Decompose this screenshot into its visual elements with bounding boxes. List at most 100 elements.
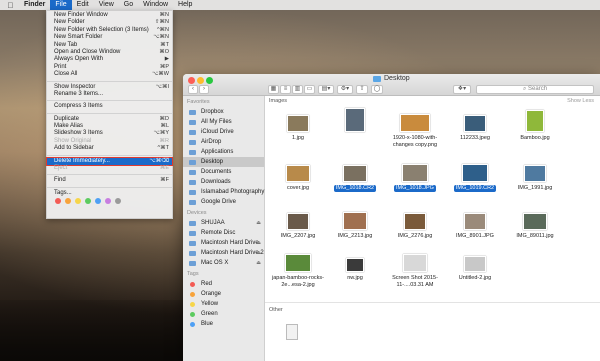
tag-color-dot[interactable]: [65, 198, 71, 205]
sidebar-item-airdrop[interactable]: AirDrop: [183, 137, 264, 147]
file-item[interactable]: IMG_1019.CR2: [445, 158, 505, 192]
sidebar-item-mac-os-x[interactable]: Mac OS X ⏏: [183, 258, 264, 268]
action-gear-icon[interactable]: ⚙▾: [337, 85, 353, 94]
file-item[interactable]: nw.jpg: [325, 248, 385, 282]
list-view-icon[interactable]: ≡: [280, 85, 291, 94]
menu-window[interactable]: Window: [138, 0, 173, 10]
menu-item-always-open-with[interactable]: Always Open With ▶: [47, 56, 172, 63]
tag-color-dot[interactable]: [95, 198, 101, 205]
sidebar-item-macintosh-hard-drive[interactable]: Macintosh Hard Drive ⏏: [183, 238, 264, 248]
file-thumbnail[interactable]: [523, 213, 547, 230]
forward-button[interactable]: ›: [199, 85, 209, 94]
eject-icon[interactable]: ⏏: [256, 238, 261, 248]
menu-item-new-folder[interactable]: New Folder ⇧⌘N: [47, 19, 172, 26]
menu-item-new-tab[interactable]: New Tab ⌘T: [47, 42, 172, 49]
file-thumbnail[interactable]: [285, 254, 311, 272]
menu-item-duplicate[interactable]: Duplicate ⌘D: [47, 116, 172, 123]
file-item[interactable]: 1.jpg: [268, 108, 328, 142]
close-window-button[interactable]: [188, 77, 195, 84]
menu-item-tags[interactable]: Tags...: [47, 190, 172, 197]
eject-icon[interactable]: ⏏: [256, 248, 261, 258]
tag-color-dot[interactable]: [85, 198, 91, 205]
sidebar-item-all-my-files[interactable]: All My Files: [183, 117, 264, 127]
file-item[interactable]: 1920-x-1080-with-changes copy.png: [385, 108, 445, 148]
column-view-icon[interactable]: ▥: [292, 85, 303, 94]
file-thumbnail[interactable]: [464, 256, 486, 272]
eject-icon[interactable]: ⏏: [256, 258, 261, 268]
menu-view[interactable]: View: [94, 0, 119, 10]
menu-go[interactable]: Go: [119, 0, 138, 10]
file-item[interactable]: IMG_1018.JPG: [385, 158, 445, 192]
apple-icon[interactable]: : [6, 1, 15, 10]
menu-help[interactable]: Help: [173, 0, 197, 10]
file-thumbnail[interactable]: [526, 110, 544, 132]
menu-item-new-smart-folder[interactable]: New Smart Folder ⌥⌘N: [47, 34, 172, 41]
file-thumbnail[interactable]: [524, 165, 546, 182]
dropbox-icon[interactable]: ❖▾: [453, 85, 471, 94]
menu-item-delete-immediately[interactable]: Delete Immediately... ⌥⌘⌫: [46, 156, 173, 167]
sidebar-item-yellow[interactable]: Yellow: [183, 299, 264, 309]
file-thumbnail[interactable]: [287, 213, 309, 230]
file-thumbnail[interactable]: [343, 165, 367, 182]
file-item[interactable]: 112233.jpeg: [445, 108, 505, 142]
file-item[interactable]: IMG_2213.jpg: [325, 206, 385, 240]
sidebar-item-icloud-drive[interactable]: iCloud Drive: [183, 127, 264, 137]
sidebar-item-dropbox[interactable]: Dropbox: [183, 107, 264, 117]
tag-color-dot[interactable]: [115, 198, 121, 205]
menu-item-slideshow-3-items[interactable]: Slideshow 3 Items ⌥⌘Y: [47, 130, 172, 137]
file-item[interactable]: IMG_1018.CR2: [325, 158, 385, 192]
tag-color-dot[interactable]: [105, 198, 111, 205]
file-item[interactable]: Bamboo.jpg: [505, 108, 565, 142]
back-button[interactable]: ‹: [188, 85, 198, 94]
menu-finder[interactable]: Finder: [19, 0, 50, 10]
file-thumbnail[interactable]: [346, 258, 364, 272]
file-item[interactable]: Screen Shot 2015-11-....03.31 AM: [385, 248, 445, 288]
file-thumbnail[interactable]: [343, 212, 367, 230]
zoom-window-button[interactable]: [206, 77, 213, 84]
tag-color-dot[interactable]: [75, 198, 81, 205]
file-item[interactable]: cover.jpg: [268, 158, 328, 192]
menu-edit[interactable]: Edit: [72, 0, 94, 10]
sidebar-item-orange[interactable]: Orange: [183, 289, 264, 299]
file-thumbnail[interactable]: [345, 108, 365, 132]
group-by-icon[interactable]: ▤▾: [318, 85, 334, 94]
tag-icon[interactable]: ◯: [371, 85, 383, 94]
sidebar-item-green[interactable]: Green: [183, 309, 264, 319]
sidebar-item-applications[interactable]: Applications: [183, 147, 264, 157]
menu-file[interactable]: File: [50, 0, 72, 10]
file-item[interactable]: IMG_8901.JPG: [445, 206, 505, 240]
file-thumbnail[interactable]: [464, 115, 486, 132]
file-thumbnail[interactable]: [403, 254, 427, 272]
file-thumbnail[interactable]: [286, 165, 310, 182]
file-item[interactable]: IMG_1991.jpg: [505, 158, 565, 192]
file-thumbnail[interactable]: [462, 164, 488, 182]
search-field[interactable]: ⌕ Search: [476, 85, 594, 94]
sidebar-item-downloads[interactable]: Downloads: [183, 177, 264, 187]
sidebar-item-blue[interactable]: Blue: [183, 319, 264, 329]
file-item[interactable]: IMG_2276.jpg: [385, 206, 445, 240]
gallery-view-icon[interactable]: ▭: [304, 85, 315, 94]
sidebar-item-shujaa[interactable]: SHUJAA ⏏: [183, 218, 264, 228]
share-icon[interactable]: ⇧: [356, 85, 368, 94]
sidebar-item-macintosh-hard-drive-2[interactable]: Macintosh Hard Drive 2 ⏏: [183, 248, 264, 258]
file-item[interactable]: japan-bamboo-rocks-2e...esa-2.jpg: [268, 248, 328, 288]
menu-item-add-to-sidebar[interactable]: Add to Sidebar ^⌘T: [47, 145, 172, 152]
menu-item-rename-3-items[interactable]: Rename 3 Items...: [47, 91, 172, 98]
menu-item-find[interactable]: Find ⌘F: [47, 177, 172, 184]
file-thumbnail[interactable]: [404, 213, 426, 230]
file-item[interactable]: IMG_89011.jpg: [505, 206, 565, 240]
eject-icon[interactable]: ⏏: [256, 218, 261, 228]
sidebar-item-remote-disc[interactable]: Remote Disc: [183, 228, 264, 238]
menu-item-close-all[interactable]: Close All ⌥⌘W: [47, 71, 172, 78]
file-item[interactable]: [325, 108, 385, 132]
file-thumbnail[interactable]: [400, 114, 430, 132]
file-thumbnail[interactable]: [402, 164, 428, 182]
sidebar-item-islamabad-photography[interactable]: Islamabad Photography: [183, 187, 264, 197]
sidebar-item-red[interactable]: Red: [183, 279, 264, 289]
minimize-window-button[interactable]: [197, 77, 204, 84]
file-thumbnail[interactable]: [464, 213, 486, 230]
menu-item-compress-3-items[interactable]: Compress 3 Items: [47, 103, 172, 110]
menu-item-show-inspector[interactable]: Show Inspector ⌥⌘I: [47, 84, 172, 91]
document-file-icon[interactable]: [286, 324, 298, 340]
show-less-link[interactable]: Show Less: [567, 98, 594, 104]
